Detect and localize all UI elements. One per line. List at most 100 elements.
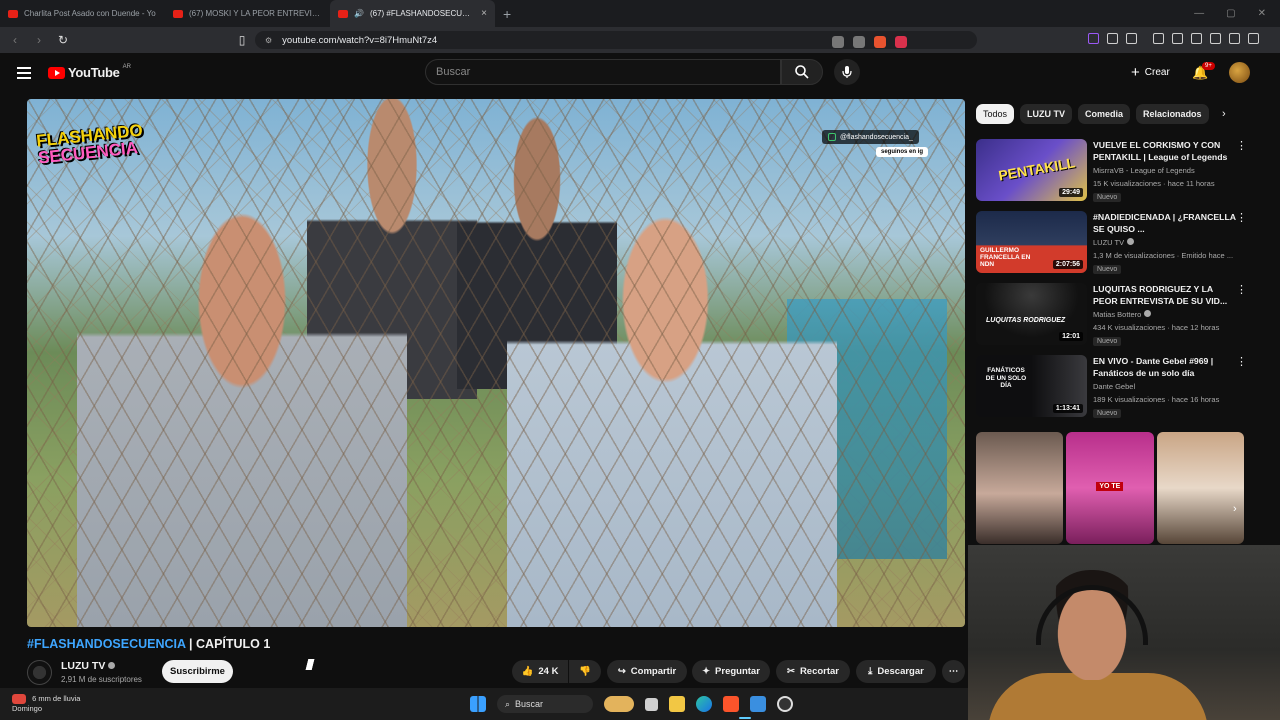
brave-shield-icon[interactable]	[874, 36, 886, 48]
logo-wordmark: YouTube	[68, 65, 120, 80]
download-icon: ⤓	[868, 666, 873, 677]
channel-avatar[interactable]	[27, 660, 52, 685]
browser-tab-1[interactable]: Charlita Post Asado con Duende - Yo	[0, 0, 165, 27]
recommendation-item[interactable]: GUILLERMO FRANCELLA EN NDN 2:07:56 #NADI…	[976, 211, 1256, 275]
voice-search-button[interactable]	[834, 59, 860, 85]
new-badge: Nuevo	[1093, 193, 1122, 202]
ask-label: Preguntar	[715, 666, 760, 677]
vpn-icon[interactable]	[1229, 33, 1240, 44]
photos-icon[interactable]	[750, 696, 766, 712]
share-button[interactable]: ↪ Compartir	[607, 660, 687, 683]
recommendation-item[interactable]: FANÁTICOS DE UN SOLO DÍA 1:13:41 EN VIVO…	[976, 355, 1256, 419]
hamburger-menu-icon[interactable]	[17, 67, 31, 82]
bookmark-icon[interactable]: ▯	[235, 33, 249, 47]
recommendation-title[interactable]: EN VIVO - Dante Gebel #969 | Fanáticos d…	[1093, 355, 1238, 379]
close-tab-icon[interactable]: ×	[481, 8, 487, 19]
like-button[interactable]: 👍 24 K	[512, 660, 568, 683]
recommendation-thumbnail[interactable]: PENTAKILL 29:49	[976, 139, 1087, 201]
share-label: Compartir	[630, 666, 677, 677]
recommendation-thumbnail[interactable]: FANÁTICOS DE UN SOLO DÍA 1:13:41	[976, 355, 1087, 417]
subscribe-button[interactable]: Suscribirme	[162, 660, 233, 683]
recommendation-item[interactable]: PENTAKILL 29:49 VUELVE EL CORKISMO Y CON…	[976, 139, 1256, 203]
sidebar-icon[interactable]	[1172, 33, 1183, 44]
youtube-favicon-icon	[338, 9, 348, 18]
recommendation-thumbnail[interactable]: GUILLERMO FRANCELLA EN NDN 2:07:56	[976, 211, 1087, 273]
share-arrow-icon: ↪	[617, 666, 626, 677]
subscriber-count: 2,91 M de suscriptores	[61, 675, 142, 684]
leo-ai-icon[interactable]	[1210, 33, 1221, 44]
chip-relacionados[interactable]: Relacionados	[1136, 104, 1209, 124]
wallet-icon[interactable]	[1191, 33, 1202, 44]
kebab-menu-icon[interactable]: ⋮	[1236, 355, 1247, 368]
weather-widget[interactable]: 6 mm de lluvia Domingo	[12, 694, 80, 714]
video-title-hashtag[interactable]: #FLASHANDOSECUENCIA	[27, 637, 186, 651]
ask-button[interactable]: ✦ Preguntar	[692, 660, 770, 683]
taskbar-search[interactable]: ⌕ Buscar	[497, 695, 593, 713]
recommendation-meta: 15 K visualizaciones · hace 11 horas	[1093, 179, 1215, 188]
clip-button[interactable]: ✂ Recortar	[776, 660, 850, 683]
address-bar[interactable]: ⚙ youtube.com/watch?v=8i7HmuNt7z4	[255, 31, 977, 49]
chip-luzu-tv[interactable]: LUZU TV	[1020, 104, 1073, 124]
forward-icon[interactable]: ›	[32, 33, 46, 47]
task-view-icon[interactable]	[645, 697, 658, 711]
recommendation-channel[interactable]: LUZU TV	[1093, 238, 1135, 247]
recommendation-channel[interactable]: Matias Bottero	[1093, 310, 1152, 319]
download-button[interactable]: ⤓ Descargar	[856, 660, 936, 683]
recommendation-title[interactable]: VUELVE EL CORKISMO Y CON PENTAKILL | Lea…	[1093, 139, 1238, 163]
chevron-right-icon[interactable]: ›	[1233, 503, 1237, 515]
chip-comedia[interactable]: Comedia	[1078, 104, 1131, 124]
obs-icon[interactable]	[777, 696, 793, 712]
close-window-icon[interactable]: ✕	[1258, 8, 1266, 19]
menu-icon[interactable]	[1248, 33, 1259, 44]
extension-purple-icon[interactable]	[1088, 33, 1099, 44]
site-info-icon[interactable]: ⚙	[265, 36, 272, 45]
maximize-icon[interactable]: ▢	[1226, 8, 1235, 19]
browser-tab-2[interactable]: (67) MOSKI Y LA PEOR ENTREVISTA	[165, 0, 330, 27]
create-button[interactable]: + Crear	[1125, 61, 1176, 83]
back-icon[interactable]: ‹	[8, 33, 22, 47]
reload-icon[interactable]: ↻	[56, 33, 70, 47]
recommendation-item[interactable]: LUQUITAS RODRIGUEZ 12:01 LUQUITAS RODRIG…	[976, 283, 1256, 347]
short-thumbnail[interactable]	[1156, 432, 1244, 544]
youtube-logo[interactable]: YouTube AR	[48, 64, 131, 80]
recommendation-title[interactable]: LUQUITAS RODRIGUEZ Y LA PEOR ENTREVISTA …	[1093, 283, 1238, 307]
search-input[interactable]: Buscar	[425, 59, 781, 85]
verified-icon	[1144, 310, 1152, 317]
recommendation-meta: 189 K visualizaciones · hace 16 horas	[1093, 395, 1220, 404]
dislike-button[interactable]: 👎	[569, 660, 601, 683]
extensions-icon[interactable]	[1107, 33, 1118, 44]
screen-icon[interactable]	[832, 36, 844, 48]
kebab-menu-icon[interactable]: ⋮	[1236, 211, 1247, 224]
video-player[interactable]: FLASHANDO SECUENCIA @flashandosecuencia_…	[27, 99, 965, 627]
kebab-menu-icon[interactable]: ⋮	[1236, 283, 1247, 296]
kebab-menu-icon[interactable]: ⋮	[1236, 139, 1247, 152]
minimize-icon[interactable]: —	[1194, 8, 1204, 19]
channel-name-row[interactable]: LUZU TV	[61, 660, 116, 672]
search-button[interactable]	[781, 59, 823, 85]
recommendation-channel[interactable]: Dante Gebel	[1093, 382, 1135, 391]
account-avatar[interactable]	[1229, 62, 1250, 83]
screenshot-icon[interactable]	[1126, 33, 1137, 44]
windows-start-icon[interactable]	[470, 696, 486, 712]
address-bar-actions	[832, 36, 907, 48]
recommendation-channel[interactable]: MisrraVB - League of Legends	[1093, 166, 1195, 175]
new-tab-button[interactable]: +	[503, 6, 511, 22]
channel-name[interactable]: LUZU TV	[61, 660, 105, 672]
more-actions-button[interactable]: ⋯	[942, 660, 965, 683]
chip-todos[interactable]: Todos	[976, 104, 1015, 124]
short-thumbnail[interactable]: YO TE	[1066, 432, 1154, 544]
thumbnail-text: LUQUITAS RODRIGUEZ	[986, 317, 1066, 324]
brave-rewards-icon[interactable]	[895, 36, 907, 48]
file-explorer-icon[interactable]	[669, 696, 685, 712]
browser-tab-active[interactable]: 🔊 (67) #FLASHANDOSECUENCIA ×	[330, 0, 495, 27]
sparkle-icon: ✦	[702, 666, 711, 677]
recommendation-title[interactable]: #NADIEDICENADA | ¿FRANCELLA SE QUISO ...	[1093, 211, 1238, 235]
edge-icon[interactable]	[696, 696, 712, 712]
short-thumbnail[interactable]	[976, 432, 1064, 544]
share-icon[interactable]	[853, 36, 865, 48]
music-icon[interactable]	[1153, 33, 1164, 44]
recommendation-thumbnail[interactable]: LUQUITAS RODRIGUEZ 12:01	[976, 283, 1087, 345]
brave-browser-icon[interactable]	[723, 696, 739, 712]
widgets-icon[interactable]	[604, 696, 634, 712]
chevron-right-icon[interactable]: ›	[1222, 108, 1226, 120]
